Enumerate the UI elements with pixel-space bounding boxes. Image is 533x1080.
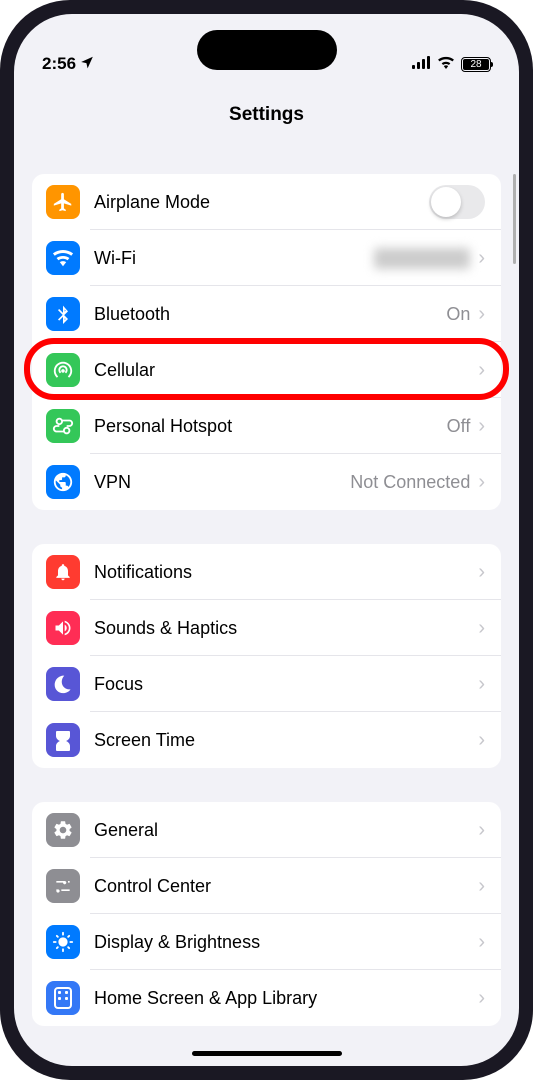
scroll-indicator[interactable] [513,174,516,264]
row-label: Focus [94,674,478,695]
row-airplane-mode[interactable]: Airplane Mode [32,174,501,230]
row-label: Airplane Mode [94,192,429,213]
row-label: Personal Hotspot [94,416,447,437]
row-personal-hotspot[interactable]: Personal Hotspot Off › [32,398,501,454]
chevron-icon: › [478,729,485,752]
dynamic-island [197,30,337,70]
cellular-icon [46,353,80,387]
home-indicator[interactable] [192,1051,342,1056]
location-icon [80,54,94,74]
row-notifications[interactable]: Notifications › [32,544,501,600]
wifi-network-value: xxxx [374,248,470,269]
row-label: Bluetooth [94,304,446,325]
chevron-icon: › [478,673,485,696]
battery-icon: 28 [461,57,491,72]
row-label: Display & Brightness [94,932,478,953]
chevron-icon: › [478,303,485,326]
airplane-toggle[interactable] [429,185,485,219]
row-label: Control Center [94,876,478,897]
wifi-icon [46,241,80,275]
home-screen-icon [46,981,80,1015]
display-icon [46,925,80,959]
row-display[interactable]: Display & Brightness › [32,914,501,970]
row-wifi[interactable]: Wi-Fi xxxx › [32,230,501,286]
row-label: Wi-Fi [94,248,374,269]
chevron-icon: › [478,471,485,494]
settings-group-attention: Notifications › Sounds & Haptics › Focus… [32,544,501,768]
settings-content[interactable]: Airplane Mode Wi-Fi xxxx › Bluetooth [14,140,519,1066]
clock: 2:56 [42,54,76,74]
row-control-center[interactable]: Control Center › [32,858,501,914]
chevron-icon: › [478,359,485,382]
row-vpn[interactable]: VPN Not Connected › [32,454,501,510]
vpn-value: Not Connected [350,472,470,493]
wifi-icon [437,54,455,74]
screentime-icon [46,723,80,757]
chevron-icon: › [478,561,485,584]
page-title: Settings [14,104,519,126]
bluetooth-value: On [446,304,470,325]
chevron-icon: › [478,931,485,954]
chevron-icon: › [478,415,485,438]
row-label: Cellular [94,360,478,381]
bluetooth-icon [46,297,80,331]
chevron-icon: › [478,247,485,270]
hotspot-icon [46,409,80,443]
focus-icon [46,667,80,701]
settings-group-system: General › Control Center › Display & Bri… [32,802,501,1026]
chevron-icon: › [478,617,485,640]
row-label: VPN [94,472,350,493]
row-label: Home Screen & App Library [94,988,478,1009]
row-home-screen[interactable]: Home Screen & App Library › [32,970,501,1026]
hotspot-value: Off [447,416,471,437]
airplane-icon [46,185,80,219]
row-focus[interactable]: Focus › [32,656,501,712]
screen: 2:56 28 Settings [14,14,519,1066]
row-bluetooth[interactable]: Bluetooth On › [32,286,501,342]
row-label: Screen Time [94,730,478,751]
sounds-icon [46,611,80,645]
notifications-icon [46,555,80,589]
nav-bar: Settings [14,76,519,140]
battery-level: 28 [463,59,489,70]
row-label: Sounds & Haptics [94,618,478,639]
row-cellular[interactable]: Cellular › [32,342,501,398]
row-label: General [94,820,478,841]
vpn-icon [46,465,80,499]
settings-group-network: Airplane Mode Wi-Fi xxxx › Bluetooth [32,174,501,510]
control-center-icon [46,869,80,903]
chevron-icon: › [478,875,485,898]
row-label: Notifications [94,562,478,583]
chevron-icon: › [478,819,485,842]
general-icon [46,813,80,847]
row-screen-time[interactable]: Screen Time › [32,712,501,768]
cellular-signal-icon [412,54,431,74]
chevron-icon: › [478,987,485,1010]
phone-frame: 2:56 28 Settings [0,0,533,1080]
row-sounds[interactable]: Sounds & Haptics › [32,600,501,656]
row-general[interactable]: General › [32,802,501,858]
